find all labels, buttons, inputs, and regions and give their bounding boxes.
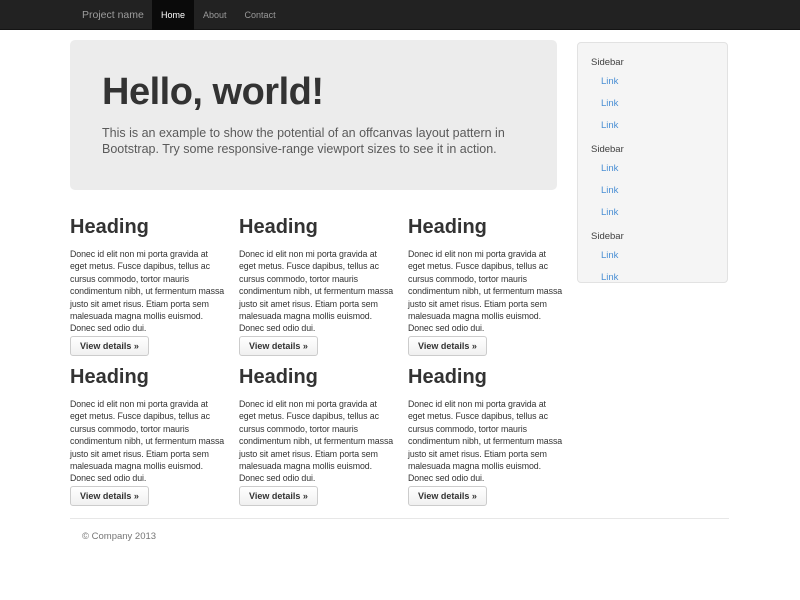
- card-body: Donec id elit non mi porta gravida at eg…: [239, 248, 396, 335]
- content-card: Heading Donec id elit non mi porta gravi…: [70, 216, 227, 356]
- content-card: Heading Donec id elit non mi porta gravi…: [70, 366, 227, 506]
- footer-divider: [70, 518, 729, 519]
- navbar-nav: HomeAboutContact: [152, 0, 285, 30]
- sidebar-link[interactable]: Link: [591, 92, 719, 114]
- view-details-button[interactable]: View details »: [70, 336, 149, 356]
- card-body: Donec id elit non mi porta gravida at eg…: [70, 398, 227, 485]
- card-row-1: Heading Donec id elit non mi porta gravi…: [70, 216, 565, 356]
- sidebar-group: Sidebar LinkLinkLink: [591, 57, 719, 136]
- nav-item-home[interactable]: Home: [152, 0, 194, 30]
- sidebar-link[interactable]: Link: [591, 157, 719, 179]
- jumbotron: Hello, world! This is an example to show…: [70, 40, 557, 190]
- card-body: Donec id elit non mi porta gravida at eg…: [408, 398, 565, 485]
- sidebar-header: Sidebar: [591, 144, 719, 155]
- card-heading: Heading: [70, 366, 227, 388]
- nav-item-about[interactable]: About: [194, 0, 236, 30]
- sidebar-header: Sidebar: [591, 57, 719, 68]
- sidebar-header: Sidebar: [591, 231, 719, 242]
- view-details-button[interactable]: View details »: [239, 486, 318, 506]
- card-row-2: Heading Donec id elit non mi porta gravi…: [70, 366, 565, 506]
- content-card: Heading Donec id elit non mi porta gravi…: [239, 216, 396, 356]
- brand-link[interactable]: Project name: [82, 0, 144, 30]
- jumbotron-text: This is an example to show the potential…: [102, 126, 529, 157]
- card-body: Donec id elit non mi porta gravida at eg…: [408, 248, 565, 335]
- card-body: Donec id elit non mi porta gravida at eg…: [239, 398, 396, 485]
- navbar: Project name HomeAboutContact: [0, 0, 800, 30]
- sidebar-link[interactable]: Link: [591, 244, 719, 266]
- card-heading: Heading: [408, 216, 565, 238]
- jumbotron-heading: Hello, world!: [102, 70, 529, 114]
- sidebar-group: Sidebar LinkLink: [591, 231, 719, 288]
- sidebar-link[interactable]: Link: [591, 114, 719, 136]
- view-details-button[interactable]: View details »: [408, 336, 487, 356]
- sidebar-link[interactable]: Link: [591, 70, 719, 92]
- content-card: Heading Donec id elit non mi porta gravi…: [239, 366, 396, 506]
- nav-item-contact[interactable]: Contact: [236, 0, 285, 30]
- content-card: Heading Donec id elit non mi porta gravi…: [408, 366, 565, 506]
- card-heading: Heading: [239, 366, 396, 388]
- view-details-button[interactable]: View details »: [239, 336, 318, 356]
- sidebar-link[interactable]: Link: [591, 266, 719, 288]
- card-heading: Heading: [239, 216, 396, 238]
- page: Project name HomeAboutContact Hello, wor…: [0, 0, 800, 600]
- sidebar-link[interactable]: Link: [591, 201, 719, 223]
- card-heading: Heading: [70, 216, 227, 238]
- footer-copyright: © Company 2013: [82, 531, 156, 542]
- content-card: Heading Donec id elit non mi porta gravi…: [408, 216, 565, 356]
- card-body: Donec id elit non mi porta gravida at eg…: [70, 248, 227, 335]
- sidebar-link[interactable]: Link: [591, 179, 719, 201]
- view-details-button[interactable]: View details »: [70, 486, 149, 506]
- view-details-button[interactable]: View details »: [408, 486, 487, 506]
- sidebar-group: Sidebar LinkLinkLink: [591, 144, 719, 223]
- sidebar: Sidebar LinkLinkLink Sidebar LinkLinkLin…: [577, 42, 728, 283]
- card-heading: Heading: [408, 366, 565, 388]
